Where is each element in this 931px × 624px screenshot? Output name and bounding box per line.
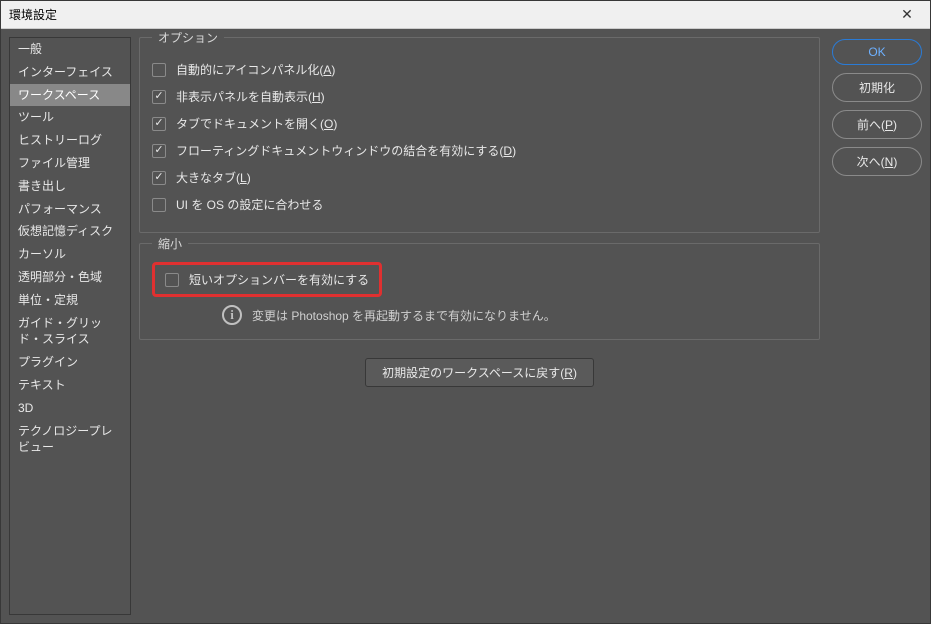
initialize-button[interactable]: 初期化 bbox=[832, 73, 922, 102]
sidebar-item-11[interactable]: 単位・定規 bbox=[10, 289, 130, 312]
option-label-4: 大きなタブ(L) bbox=[176, 169, 251, 186]
option-checkbox-3[interactable] bbox=[152, 144, 166, 158]
sidebar-item-12[interactable]: ガイド・グリッド・スライス bbox=[10, 312, 130, 352]
sidebar-item-4[interactable]: ヒストリーログ bbox=[10, 129, 130, 152]
window-title: 環境設定 bbox=[9, 6, 892, 23]
option-label-2: タブでドキュメントを開く(O) bbox=[176, 115, 337, 132]
prev-button[interactable]: 前へ(P) bbox=[832, 110, 922, 139]
shrink-legend: 縮小 bbox=[152, 235, 188, 252]
sidebar-item-9[interactable]: カーソル bbox=[10, 243, 130, 266]
sidebar-item-15[interactable]: 3D bbox=[10, 397, 130, 420]
sidebar-item-10[interactable]: 透明部分・色域 bbox=[10, 266, 130, 289]
restart-info-row: i 変更は Photoshop を再起動するまで有効になりません。 bbox=[152, 299, 807, 325]
option-label-1: 非表示パネルを自動表示(H) bbox=[176, 88, 325, 105]
option-checkbox-2[interactable] bbox=[152, 117, 166, 131]
reset-row: 初期設定のワークスペースに戻す(R) bbox=[139, 350, 820, 395]
next-button[interactable]: 次へ(N) bbox=[832, 147, 922, 176]
sidebar-item-6[interactable]: 書き出し bbox=[10, 175, 130, 198]
close-icon[interactable]: ✕ bbox=[892, 3, 922, 27]
dialog-body: 一般インターフェイスワークスペースツールヒストリーログファイル管理書き出しパフォ… bbox=[1, 29, 930, 623]
sidebar-item-1[interactable]: インターフェイス bbox=[10, 61, 130, 84]
restart-info-text: 変更は Photoshop を再起動するまで有効になりません。 bbox=[252, 307, 556, 324]
sidebar-item-16[interactable]: テクノロジープレビュー bbox=[10, 420, 130, 460]
option-row-2[interactable]: タブでドキュメントを開く(O) bbox=[152, 110, 807, 137]
info-icon: i bbox=[222, 305, 242, 325]
short-option-bar-label: 短いオプションバーを有効にする bbox=[189, 271, 369, 288]
highlight-box: 短いオプションバーを有効にする bbox=[152, 262, 382, 297]
short-option-bar-checkbox[interactable] bbox=[165, 273, 179, 287]
sidebar-item-2[interactable]: ワークスペース bbox=[10, 84, 130, 107]
options-group: オプション 自動的にアイコンパネル化(A)非表示パネルを自動表示(H)タブでドキ… bbox=[139, 37, 820, 233]
option-label-0: 自動的にアイコンパネル化(A) bbox=[176, 61, 335, 78]
option-label-5: UI を OS の設定に合わせる bbox=[176, 196, 323, 213]
button-column: OK 初期化 前へ(P) 次へ(N) bbox=[832, 37, 922, 615]
reset-workspace-button[interactable]: 初期設定のワークスペースに戻す(R) bbox=[365, 358, 594, 387]
titlebar: 環境設定 ✕ bbox=[1, 1, 930, 29]
option-row-0[interactable]: 自動的にアイコンパネル化(A) bbox=[152, 56, 807, 83]
option-checkbox-5[interactable] bbox=[152, 198, 166, 212]
main-area: オプション 自動的にアイコンパネル化(A)非表示パネルを自動表示(H)タブでドキ… bbox=[139, 37, 922, 615]
option-checkbox-4[interactable] bbox=[152, 171, 166, 185]
short-option-bar-row[interactable]: 短いオプションバーを有効にする bbox=[165, 271, 369, 288]
sidebar-item-0[interactable]: 一般 bbox=[10, 38, 130, 61]
content-area: オプション 自動的にアイコンパネル化(A)非表示パネルを自動表示(H)タブでドキ… bbox=[139, 37, 820, 615]
sidebar-item-7[interactable]: パフォーマンス bbox=[10, 198, 130, 221]
category-sidebar: 一般インターフェイスワークスペースツールヒストリーログファイル管理書き出しパフォ… bbox=[9, 37, 131, 615]
sidebar-item-8[interactable]: 仮想記憶ディスク bbox=[10, 220, 130, 243]
option-row-1[interactable]: 非表示パネルを自動表示(H) bbox=[152, 83, 807, 110]
sidebar-item-14[interactable]: テキスト bbox=[10, 374, 130, 397]
sidebar-item-3[interactable]: ツール bbox=[10, 106, 130, 129]
option-checkbox-1[interactable] bbox=[152, 90, 166, 104]
preferences-window: 環境設定 ✕ 一般インターフェイスワークスペースツールヒストリーログファイル管理… bbox=[0, 0, 931, 624]
option-row-5[interactable]: UI を OS の設定に合わせる bbox=[152, 191, 807, 218]
ok-button[interactable]: OK bbox=[832, 39, 922, 65]
option-row-4[interactable]: 大きなタブ(L) bbox=[152, 164, 807, 191]
sidebar-item-13[interactable]: プラグイン bbox=[10, 351, 130, 374]
options-legend: オプション bbox=[152, 29, 224, 46]
option-row-3[interactable]: フローティングドキュメントウィンドウの結合を有効にする(D) bbox=[152, 137, 807, 164]
option-checkbox-0[interactable] bbox=[152, 63, 166, 77]
option-label-3: フローティングドキュメントウィンドウの結合を有効にする(D) bbox=[176, 142, 516, 159]
shrink-group: 縮小 短いオプションバーを有効にする i 変更は Photoshop を再起動す… bbox=[139, 243, 820, 340]
sidebar-item-5[interactable]: ファイル管理 bbox=[10, 152, 130, 175]
